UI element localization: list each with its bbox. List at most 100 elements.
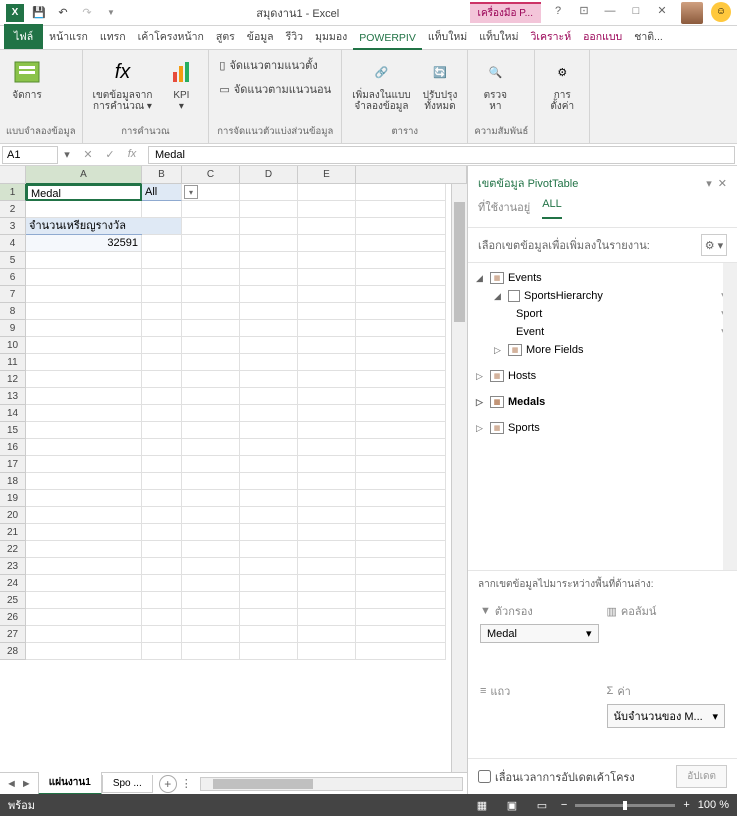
- cell-empty[interactable]: [356, 269, 446, 286]
- align-horizontal-button[interactable]: ▭จัดแนวตามแนวนอน: [215, 78, 335, 100]
- sheet-tab-2[interactable]: Spo ...: [102, 775, 153, 793]
- cell-empty[interactable]: [26, 371, 142, 388]
- cell-empty[interactable]: [26, 575, 142, 592]
- cell-empty[interactable]: [142, 490, 182, 507]
- cell-empty[interactable]: [182, 439, 240, 456]
- cell-empty[interactable]: [240, 201, 298, 218]
- cell-empty[interactable]: [298, 218, 356, 235]
- cell-empty[interactable]: [298, 575, 356, 592]
- cell-empty[interactable]: [356, 303, 446, 320]
- row-header[interactable]: 21: [0, 524, 26, 541]
- cell-empty[interactable]: [182, 201, 240, 218]
- cell-empty[interactable]: [182, 541, 240, 558]
- row-header[interactable]: 12: [0, 371, 26, 388]
- tab-home[interactable]: หน้าแรก: [43, 24, 94, 49]
- cell-empty[interactable]: [240, 558, 298, 575]
- cell-empty[interactable]: [142, 371, 182, 388]
- row-header[interactable]: 8: [0, 303, 26, 320]
- cell-empty[interactable]: [26, 286, 142, 303]
- cell-empty[interactable]: [240, 592, 298, 609]
- close-icon[interactable]: ✕: [651, 2, 673, 20]
- cell-empty[interactable]: [182, 592, 240, 609]
- cell-empty[interactable]: [240, 643, 298, 660]
- col-header[interactable]: C: [182, 166, 240, 184]
- cell-empty[interactable]: [356, 592, 446, 609]
- cell-empty[interactable]: [240, 541, 298, 558]
- cell-empty[interactable]: [356, 405, 446, 422]
- row-header[interactable]: 1: [0, 184, 26, 201]
- cell-empty[interactable]: [298, 439, 356, 456]
- cell-empty[interactable]: [142, 303, 182, 320]
- cell-empty[interactable]: [298, 541, 356, 558]
- field-layout-button[interactable]: ⚙ ▾: [701, 234, 727, 256]
- col-header[interactable]: E: [298, 166, 356, 184]
- ribbon-collapse-icon[interactable]: ⊡: [573, 2, 595, 20]
- cell-empty[interactable]: [182, 507, 240, 524]
- col-header[interactable]: B: [142, 166, 182, 184]
- subtab-active[interactable]: ที่ใช้งานอยู่: [478, 198, 530, 219]
- cell-empty[interactable]: [142, 558, 182, 575]
- update-button[interactable]: อัปเดต: [676, 765, 727, 788]
- cell-empty[interactable]: [182, 643, 240, 660]
- pane-options-icon[interactable]: ▾: [706, 177, 712, 190]
- tab-analyze[interactable]: วิเคราะห์: [525, 24, 578, 49]
- sheet-nav-next-icon[interactable]: ►: [21, 778, 32, 790]
- cell-empty[interactable]: [26, 422, 142, 439]
- cell-empty[interactable]: [240, 626, 298, 643]
- kpi-button[interactable]: KPI ▾: [160, 54, 202, 114]
- cell-empty[interactable]: [298, 473, 356, 490]
- row-header[interactable]: 6: [0, 269, 26, 286]
- cell-empty[interactable]: [356, 626, 446, 643]
- cell-empty[interactable]: [240, 439, 298, 456]
- cell-empty[interactable]: [142, 320, 182, 337]
- add-sheet-button[interactable]: +: [159, 775, 177, 793]
- cell-empty[interactable]: [356, 252, 446, 269]
- formula-input[interactable]: Medal: [148, 146, 735, 164]
- cell-empty[interactable]: [142, 201, 182, 218]
- cell-empty[interactable]: [26, 507, 142, 524]
- rows-dropzone[interactable]: [480, 704, 599, 754]
- cell-empty[interactable]: [298, 303, 356, 320]
- tab-insert[interactable]: แทรก: [94, 24, 132, 49]
- row-header[interactable]: 14: [0, 405, 26, 422]
- cell-empty[interactable]: [240, 422, 298, 439]
- cell-empty[interactable]: [356, 320, 446, 337]
- cell-empty[interactable]: [182, 575, 240, 592]
- row-header[interactable]: 24: [0, 575, 26, 592]
- cell-empty[interactable]: [298, 201, 356, 218]
- tab-file[interactable]: ไฟล์: [4, 24, 43, 49]
- tab-new2[interactable]: แท็บใหม่: [473, 24, 524, 49]
- zoom-slider[interactable]: [575, 804, 675, 807]
- field-table-events[interactable]: ◢▦Events: [472, 269, 733, 287]
- checkbox-icon[interactable]: [508, 290, 520, 302]
- cell-empty[interactable]: [142, 354, 182, 371]
- sheet-tab-1[interactable]: แผ่นงาน1: [38, 772, 102, 794]
- cell-empty[interactable]: [356, 558, 446, 575]
- redo-icon[interactable]: ↷: [78, 4, 96, 22]
- cell-empty[interactable]: [298, 354, 356, 371]
- cell-empty[interactable]: [26, 439, 142, 456]
- cell-empty[interactable]: [182, 422, 240, 439]
- cell-empty[interactable]: [182, 354, 240, 371]
- columns-dropzone[interactable]: [607, 624, 726, 674]
- row-header[interactable]: 28: [0, 643, 26, 660]
- cell-empty[interactable]: [298, 558, 356, 575]
- cell-empty[interactable]: [298, 184, 356, 201]
- cell-empty[interactable]: [182, 269, 240, 286]
- vertical-scrollbar[interactable]: [451, 184, 467, 772]
- cancel-formula-icon[interactable]: ✕: [80, 148, 96, 161]
- row-header[interactable]: 15: [0, 422, 26, 439]
- subtab-all[interactable]: ALL: [542, 198, 562, 219]
- cell-empty[interactable]: [240, 456, 298, 473]
- cell-empty[interactable]: [298, 320, 356, 337]
- cell-empty[interactable]: [298, 337, 356, 354]
- row-header[interactable]: 16: [0, 439, 26, 456]
- cell-empty[interactable]: [240, 218, 298, 235]
- row-header[interactable]: 5: [0, 252, 26, 269]
- cell-empty[interactable]: [298, 405, 356, 422]
- cell-empty[interactable]: [182, 303, 240, 320]
- cell-empty[interactable]: [142, 235, 182, 252]
- cell-empty[interactable]: [356, 524, 446, 541]
- cell-empty[interactable]: [26, 490, 142, 507]
- col-header[interactable]: D: [240, 166, 298, 184]
